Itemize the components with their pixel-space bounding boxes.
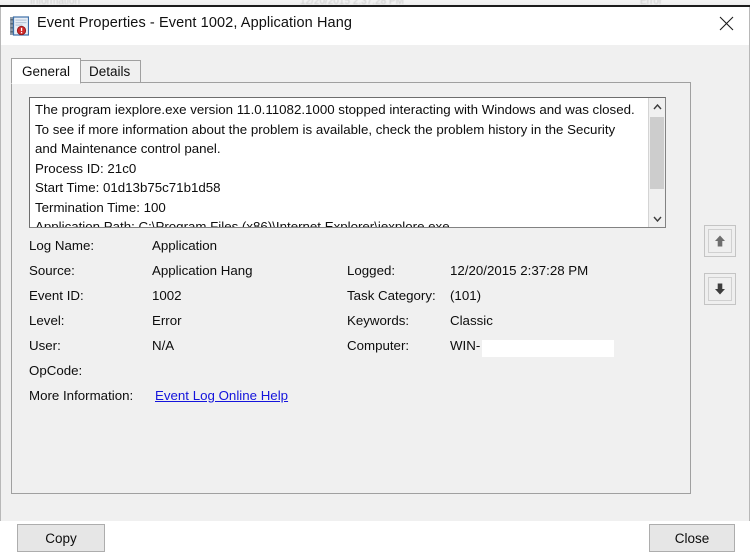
property-label-source: Source: xyxy=(29,263,75,278)
tab-details[interactable]: Details xyxy=(78,60,142,83)
property-value-computer: WIN- xyxy=(450,338,481,353)
close-button-label: Close xyxy=(674,530,710,546)
property-value-logged: 12/20/2015 2:37:28 PM xyxy=(450,263,589,278)
chevron-down-icon[interactable] xyxy=(649,210,665,227)
property-value-event-id: 1002 xyxy=(152,288,182,303)
tab-general[interactable]: General xyxy=(11,58,82,84)
property-value-log-name: Application xyxy=(152,238,218,253)
property-value-level: Error xyxy=(152,313,182,328)
background-window-sliver: Information 12/20/2015 2:37:28 PM Error xyxy=(0,0,750,7)
dialog-title: Event Properties - Event 1002, Applicati… xyxy=(37,15,353,31)
property-value-source: Application Hang xyxy=(152,263,253,278)
property-value-task-category: (101) xyxy=(450,288,482,303)
event-description-box[interactable]: The program iexplore.exe version 11.0.11… xyxy=(29,97,666,228)
chevron-up-icon[interactable] xyxy=(649,98,665,115)
property-value-user: N/A xyxy=(152,338,175,353)
general-tab-panel: The program iexplore.exe version 11.0.11… xyxy=(11,82,691,494)
property-row-more-information: More Information: Event Log Online Help xyxy=(12,388,692,413)
description-scrollbar[interactable] xyxy=(648,98,665,227)
arrow-up-icon xyxy=(708,229,732,253)
copy-button-label: Copy xyxy=(45,530,77,546)
copy-button[interactable]: Copy xyxy=(17,524,105,552)
arrow-down-icon xyxy=(708,277,732,301)
property-label-event-id: Event ID: xyxy=(29,288,84,303)
close-button[interactable]: Close xyxy=(649,524,735,552)
property-label-task-category: Task Category: xyxy=(347,288,436,303)
event-properties-icon xyxy=(10,16,30,36)
event-description-text: The program iexplore.exe version 11.0.11… xyxy=(35,102,635,228)
property-label-keywords: Keywords: xyxy=(347,313,410,328)
property-label-level: Level: xyxy=(29,313,65,328)
event-log-online-help-link[interactable]: Event Log Online Help xyxy=(155,388,288,403)
property-label-opcode: OpCode: xyxy=(29,363,83,378)
event-properties-grid: Log Name: Application Source: Applicatio… xyxy=(12,238,692,438)
property-value-keywords: Classic xyxy=(450,313,493,328)
scrollbar-thumb[interactable] xyxy=(650,117,664,189)
close-icon[interactable] xyxy=(703,7,749,40)
tab-general-label: General xyxy=(22,63,71,79)
property-label-user: User: xyxy=(29,338,61,353)
tab-details-label: Details xyxy=(89,64,131,79)
property-label-log-name: Log Name: xyxy=(29,238,95,253)
property-label-computer: Computer: xyxy=(347,338,410,353)
redaction-overlay xyxy=(482,340,614,357)
tabstrip: General Details xyxy=(11,58,691,84)
next-event-button[interactable] xyxy=(704,273,736,305)
dialog-titlebar: Event Properties - Event 1002, Applicati… xyxy=(1,7,749,45)
property-label-logged: Logged: xyxy=(347,263,396,278)
previous-event-button[interactable] xyxy=(704,225,736,257)
dialog-content: General Details The program iexplore.exe… xyxy=(1,45,749,552)
event-properties-dialog: Event Properties - Event 1002, Applicati… xyxy=(0,7,750,552)
property-label-more-information: More Information: xyxy=(29,388,134,403)
